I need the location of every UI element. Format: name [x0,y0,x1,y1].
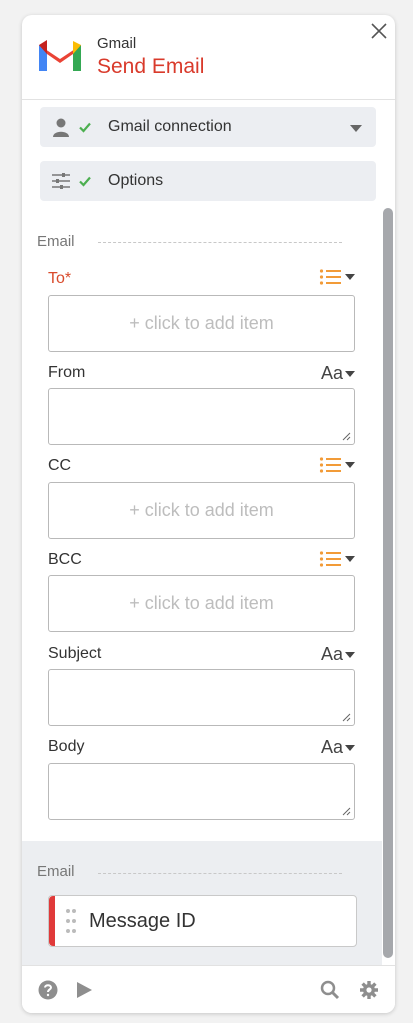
list-icon [319,457,341,473]
chevron-down-icon [345,744,355,751]
text-type-icon: Aa [320,737,343,757]
from-type-toggle[interactable]: Aa [321,363,355,384]
bcc-field[interactable]: + click to add item [48,575,355,632]
panel-footer [22,965,395,1013]
gear-icon[interactable] [359,980,379,1000]
scrollbar-thumb[interactable] [383,208,393,958]
group-divider [98,873,342,874]
add-item-placeholder[interactable]: + click to add item [49,483,354,538]
text-type-icon: Aa [320,363,343,383]
check-icon [79,176,91,187]
scrollbar[interactable] [382,208,394,963]
text-type-icon: Aa [320,644,343,664]
panel-header: Gmail Send Email [22,15,395,100]
options-row[interactable]: Options [40,161,376,201]
group-divider [98,242,342,243]
send-email-panel: Gmail Send Email Gmail connection Option… [22,15,395,1013]
list-icon [319,551,341,567]
list-icon [319,269,341,285]
drag-handle-icon[interactable] [65,906,77,936]
check-icon [79,122,91,133]
chevron-down-icon [345,462,355,468]
add-item-placeholder[interactable]: + click to add item [49,576,354,631]
to-field[interactable]: + click to add item [48,295,355,352]
subject-label: Subject [48,645,102,662]
chevron-down-icon [345,651,355,658]
resize-handle-icon[interactable] [341,712,351,722]
user-icon [53,118,69,137]
resize-handle-icon[interactable] [341,806,351,816]
to-type-toggle[interactable] [319,268,355,286]
bcc-type-toggle[interactable] [319,550,355,568]
chevron-down-icon[interactable] [350,125,362,132]
output-item-label: Message ID [89,909,196,932]
search-icon[interactable] [320,980,340,1000]
subject-field[interactable] [48,669,355,726]
gmail-logo-icon [39,40,81,71]
from-label: From [48,364,86,381]
input-group-title: Email [37,233,75,250]
body-type-toggle[interactable]: Aa [321,737,355,758]
play-icon[interactable] [74,980,94,1000]
chevron-down-icon [345,556,355,562]
sliders-icon [52,173,70,189]
cc-label: CC [48,457,72,474]
subject-type-toggle[interactable]: Aa [321,644,355,665]
body-field[interactable] [48,763,355,820]
chevron-down-icon [345,370,355,377]
cc-field[interactable]: + click to add item [48,482,355,539]
action-title: Send Email [97,55,205,78]
help-icon[interactable] [38,980,58,1000]
close-icon[interactable] [370,22,388,40]
body-label: Body [48,738,85,755]
gmail-connection-row[interactable]: Gmail connection [40,107,376,147]
cc-type-toggle[interactable] [319,456,355,474]
output-accent-bar [49,896,55,946]
bcc-label: BCC [48,551,82,568]
gmail-connection-label: Gmail connection [108,118,232,135]
app-name: Gmail [97,35,137,52]
output-group-title: Email [37,863,75,880]
output-item-message-id[interactable]: Message ID [48,895,357,947]
from-field[interactable] [48,388,355,445]
chevron-down-icon [345,274,355,280]
options-label: Options [108,172,164,189]
to-label: To* [48,270,72,287]
resize-handle-icon[interactable] [341,431,351,441]
add-item-placeholder[interactable]: + click to add item [49,296,354,351]
